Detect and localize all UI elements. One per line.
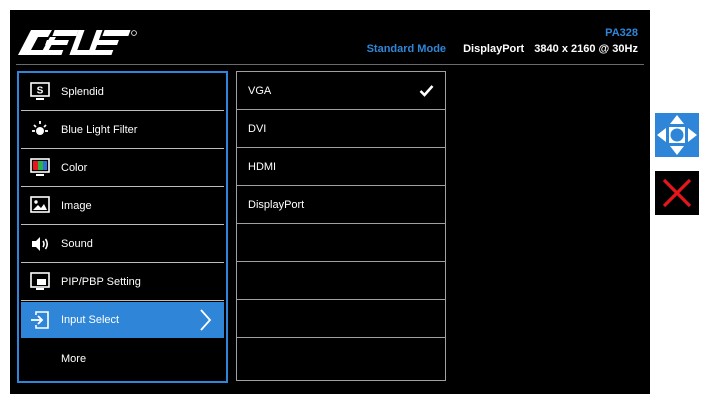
- menu-item-color[interactable]: Color: [21, 150, 224, 187]
- menu-item-label: Blue Light Filter: [61, 124, 138, 136]
- submenu-item-displayport[interactable]: DisplayPort: [237, 186, 445, 224]
- asus-logo: [18, 30, 137, 55]
- five-way-joystick-icon: [655, 113, 699, 157]
- pip-pbp-icon: [29, 271, 51, 293]
- menu-item-input-select[interactable]: Input Select: [21, 302, 224, 338]
- menu-item-label: Sound: [61, 238, 93, 250]
- svg-text:S: S: [37, 86, 44, 97]
- sound-icon: [29, 233, 51, 255]
- submenu-item-empty: [237, 262, 445, 300]
- chevron-right-icon: [200, 309, 212, 331]
- close-button[interactable]: [655, 171, 699, 215]
- submenu-item-label: VGA: [248, 84, 272, 97]
- mode-label: Standard Mode: [366, 43, 447, 55]
- header-divider: [16, 64, 644, 65]
- menu-item-label: More: [61, 353, 87, 365]
- submenu-item-label: HDMI: [248, 160, 277, 173]
- submenu-item-dvi[interactable]: DVI: [237, 110, 445, 148]
- menu-item-blue-light-filter[interactable]: Blue Light Filter: [21, 112, 224, 149]
- submenu-item-empty: [237, 300, 445, 338]
- color-icon: [29, 157, 51, 179]
- close-icon: [655, 171, 699, 215]
- image-icon: [29, 195, 51, 217]
- menu-item-more[interactable]: More: [21, 341, 224, 377]
- submenu-item-empty: [237, 224, 445, 262]
- submenu-item-empty: [237, 338, 445, 376]
- menu-item-image[interactable]: Image: [21, 188, 224, 225]
- submenu-item-vga[interactable]: VGA: [237, 72, 445, 110]
- input-label: DisplayPort: [463, 43, 525, 55]
- submenu-item-label: DVI: [248, 122, 267, 135]
- status-line: Standard Mode DisplayPort 3840 x 2160 @ …: [367, 43, 638, 55]
- input-select-submenu: VGA DVI HDMI DisplayPort: [236, 71, 446, 381]
- blue-light-filter-icon: [29, 119, 51, 141]
- main-menu: S Splendid Blue Light Filter Color Image…: [17, 71, 228, 383]
- menu-item-sound[interactable]: Sound: [21, 226, 224, 263]
- menu-item-label: Image: [61, 200, 92, 212]
- submenu-item-label: DisplayPort: [248, 198, 305, 211]
- resolution-label: 3840 x 2160 @ 30Hz: [534, 43, 638, 55]
- input-select-icon: [29, 309, 51, 331]
- menu-item-label: Color: [61, 162, 88, 174]
- menu-item-label: Splendid: [61, 86, 104, 98]
- menu-item-pip-pbp-setting[interactable]: PIP/PBP Setting: [21, 264, 224, 301]
- menu-item-label: Input Select: [61, 314, 120, 326]
- submenu-item-hdmi[interactable]: HDMI: [237, 148, 445, 186]
- navigation-button[interactable]: [655, 113, 699, 157]
- menu-item-label: PIP/PBP Setting: [61, 276, 141, 288]
- model-name: PA328: [605, 27, 638, 39]
- splendid-icon: S: [29, 81, 51, 103]
- osd-panel: PA328 Standard Mode DisplayPort 3840 x 2…: [10, 10, 650, 394]
- checkmark-icon: [419, 85, 434, 97]
- menu-item-splendid[interactable]: S Splendid: [21, 74, 224, 111]
